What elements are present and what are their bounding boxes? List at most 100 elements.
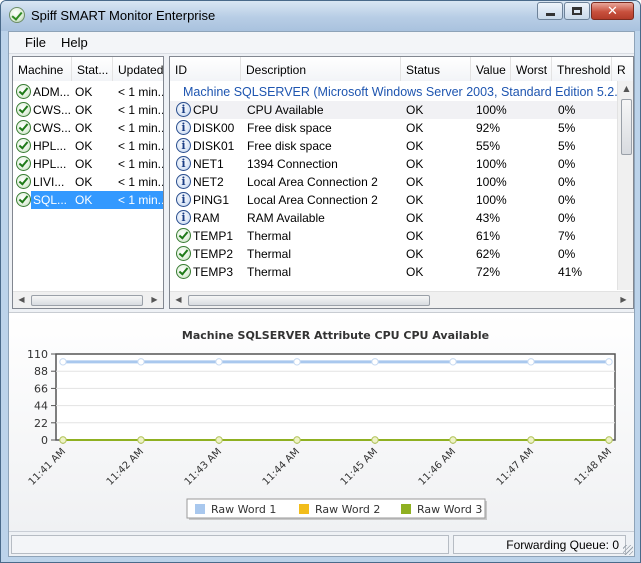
machine-name: HPL... xyxy=(33,139,67,153)
series-point-3 xyxy=(527,436,535,444)
attr-status: OK xyxy=(406,265,424,279)
attribute-hscrollbar[interactable]: ◀ ▶ xyxy=(170,291,633,308)
attr-status: OK xyxy=(406,247,424,261)
forwarding-queue: Forwarding Queue: 0 xyxy=(453,535,626,554)
scroll-right-icon[interactable]: ▶ xyxy=(146,292,163,308)
attr-threshold: 0% xyxy=(558,103,576,117)
minimize-button[interactable] xyxy=(537,2,563,20)
attr-threshold: 0% xyxy=(558,247,576,261)
attribute-row[interactable]: iDISK00Free disk spaceOK92%5%9 xyxy=(170,119,624,137)
ok-check-icon xyxy=(16,156,31,171)
attr-id: DISK01 xyxy=(193,139,235,153)
attribute-row[interactable]: TEMP2ThermalOK62%0%4 xyxy=(170,245,624,263)
machine-row[interactable]: SQL... OK < 1 min... xyxy=(13,191,163,209)
attribute-row[interactable]: i PING1 Local Area Connection 2 OK 100% 0% xyxy=(170,191,618,209)
attr-value: 100% xyxy=(476,103,507,117)
attr-id: NET1 xyxy=(193,157,224,171)
col-status[interactable]: Stat... xyxy=(72,57,113,81)
attr-status: OK xyxy=(406,229,424,243)
resize-grip[interactable] xyxy=(623,545,633,555)
attr-id: PING1 xyxy=(193,193,230,207)
scroll-left-icon[interactable]: ◀ xyxy=(170,292,187,308)
machine-updated: < 1 min... xyxy=(113,191,163,209)
col-id[interactable]: ID xyxy=(170,57,241,81)
machine-row[interactable]: ADM... OK < 1 min... xyxy=(13,83,163,101)
col-description[interactable]: Description xyxy=(241,57,401,81)
ok-check-icon xyxy=(16,84,31,99)
group-header-row[interactable]: Machine SQLSERVER (Microsoft Windows Ser… xyxy=(170,83,623,101)
attr-description: Free disk space xyxy=(247,139,332,153)
maximize-button[interactable] xyxy=(564,2,590,20)
series-point-1 xyxy=(293,358,301,366)
machine-hscrollbar[interactable]: ◀ ▶ xyxy=(13,291,163,308)
series-point-1 xyxy=(527,358,535,366)
machine-status: OK xyxy=(75,121,93,135)
ok-check-icon xyxy=(16,192,31,207)
scroll-thumb[interactable] xyxy=(31,295,143,306)
attr-threshold: 0% xyxy=(558,157,576,171)
machine-updated: < 1 min... xyxy=(118,139,163,153)
machine-list-header: Machine Stat... Updated xyxy=(13,57,163,81)
title-bar[interactable]: Spiff SMART Monitor Enterprise ✕ xyxy=(1,1,640,31)
attr-value: 72% xyxy=(476,265,501,279)
scroll-right-icon[interactable]: ▶ xyxy=(615,292,632,308)
vscroll-thumb[interactable] xyxy=(621,99,632,155)
legend-swatch-1 xyxy=(195,504,205,514)
attribute-row[interactable]: i NET1 1394 Connection OK 100% 0% xyxy=(170,155,618,173)
attribute-row[interactable]: TEMP1ThermalOK61%7%4 xyxy=(170,227,624,245)
scroll-up-icon[interactable]: ▲ xyxy=(618,81,633,97)
ok-check-icon xyxy=(16,120,31,135)
chart-area: Machine SQLSERVER Attribute CPU CPU Avai… xyxy=(9,312,634,530)
group-header: Machine SQLSERVER (Microsoft Windows Ser… xyxy=(183,85,623,99)
attribute-row[interactable]: i CPU CPU Available OK 100% 0% xyxy=(170,101,618,119)
info-icon: i xyxy=(176,192,191,207)
machine-name: LIVI... xyxy=(33,175,65,189)
scroll-thumb[interactable] xyxy=(188,295,430,306)
maximize-icon xyxy=(572,7,582,15)
ok-check-icon xyxy=(176,228,191,243)
attr-value: 100% xyxy=(476,193,507,207)
attribute-row[interactable]: TEMP3ThermalOK72%41%2 xyxy=(170,263,624,281)
machine-row[interactable]: LIVI... OK < 1 min... xyxy=(13,173,163,191)
machine-updated: < 1 min... xyxy=(118,121,163,135)
x-tick-label: 11:44 AM xyxy=(261,446,302,487)
machine-row[interactable]: CWS... OK < 1 min... xyxy=(13,101,163,119)
series-point-3 xyxy=(293,436,301,444)
attr-id: RAM xyxy=(193,211,220,225)
col-machine[interactable]: Machine xyxy=(13,57,72,81)
y-tick-label: 66 xyxy=(34,382,48,395)
attr-description: 1394 Connection xyxy=(247,157,338,171)
col-value[interactable]: Value xyxy=(471,57,511,81)
machine-name: SQL... xyxy=(31,191,71,209)
attribute-vscrollbar[interactable]: ▲ xyxy=(617,81,633,290)
machine-row[interactable]: CWS... OK < 1 min... xyxy=(13,119,163,137)
attribute-row[interactable]: iDISK01Free disk spaceOK55%5%5 xyxy=(170,137,624,155)
y-tick-label: 110 xyxy=(27,348,48,361)
attr-threshold: 5% xyxy=(558,139,576,153)
machine-name: ADM... xyxy=(33,85,70,99)
close-button[interactable]: ✕ xyxy=(591,2,634,20)
attribute-row[interactable]: i NET2 Local Area Connection 2 OK 100% 0% xyxy=(170,173,618,191)
ok-check-icon xyxy=(176,264,191,279)
machine-name: CWS... xyxy=(33,121,71,135)
col-updated[interactable]: Updated xyxy=(113,57,163,81)
attr-threshold: 0% xyxy=(558,175,576,189)
attr-status: OK xyxy=(406,103,424,117)
col-raw[interactable]: R xyxy=(612,57,633,81)
caption-buttons: ✕ xyxy=(536,2,634,20)
attr-description: CPU Available xyxy=(247,103,324,117)
machine-row[interactable]: HPL... OK < 1 min... xyxy=(13,155,163,173)
status-message xyxy=(11,535,449,554)
x-tick-label: 11:45 AM xyxy=(339,446,380,487)
attr-id: TEMP1 xyxy=(193,229,234,243)
scroll-left-icon[interactable]: ◀ xyxy=(13,292,30,308)
attribute-row[interactable]: i RAM RAM Available OK 43% 0% xyxy=(170,209,618,227)
menu-file[interactable]: File xyxy=(25,35,46,50)
col-threshold[interactable]: Threshold xyxy=(552,57,612,81)
attr-threshold: 41% xyxy=(558,265,583,279)
col-worst[interactable]: Worst xyxy=(511,57,552,81)
machine-name: HPL... xyxy=(33,157,67,171)
col-status[interactable]: Status xyxy=(401,57,471,81)
machine-row[interactable]: HPL... OK < 1 min... xyxy=(13,137,163,155)
menu-help[interactable]: Help xyxy=(61,35,88,50)
